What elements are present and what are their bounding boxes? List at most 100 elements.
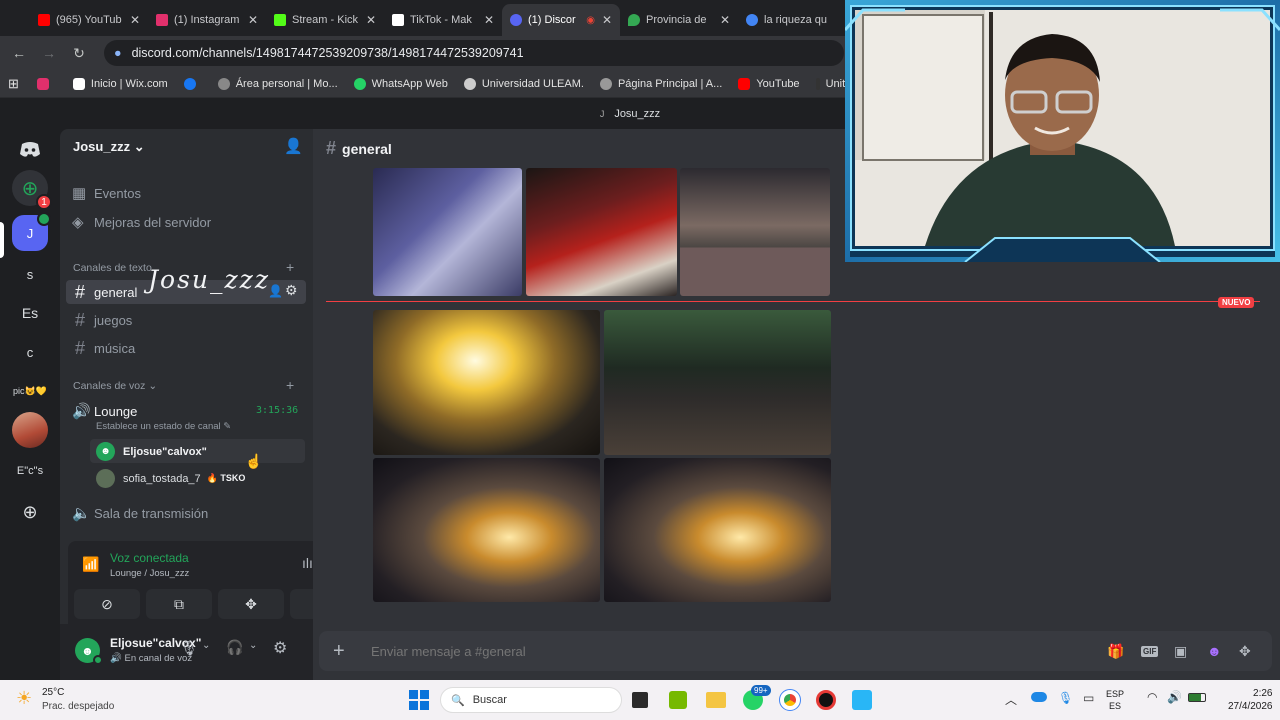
message-input[interactable] — [371, 637, 1091, 665]
file-explorer-icon[interactable] — [706, 692, 726, 708]
volume-icon[interactable]: 🔊 — [1167, 690, 1182, 704]
battery-icon[interactable] — [1188, 693, 1206, 702]
channel-juegos[interactable]: # juegos — [72, 310, 132, 331]
weather-icon[interactable]: ☀ — [16, 688, 32, 709]
server-boosts-item[interactable]: ◈ Mejoras del servidor — [72, 213, 211, 231]
browser-tab-kick[interactable]: Stream - Kick ✕ — [266, 4, 384, 36]
add-server-notification-icon[interactable]: ⊕ 1 — [12, 170, 52, 210]
bookmark-youtube[interactable]: YouTube — [738, 77, 800, 90]
events-item[interactable]: ▦ Eventos — [72, 184, 141, 202]
server-ecs[interactable]: E"c"s — [8, 453, 52, 489]
activities-button[interactable]: ✥ — [218, 589, 284, 619]
close-icon[interactable]: ✕ — [720, 13, 730, 27]
language-indicator[interactable]: ESP ES — [1106, 688, 1124, 712]
chevron-up-icon[interactable]: ︿ — [1005, 691, 1017, 708]
close-icon[interactable]: ✕ — [484, 13, 494, 27]
attachment-image[interactable] — [373, 310, 600, 455]
server-avatar[interactable] — [12, 412, 48, 448]
reload-icon[interactable]: ↻ — [64, 45, 94, 62]
browser-tab-tiktok[interactable]: TikTok - Mak ✕ — [384, 4, 502, 36]
invite-to-channel-icon[interactable]: 👤 — [268, 284, 283, 298]
camera-off-button[interactable]: ⊘ — [74, 589, 140, 619]
server-es[interactable]: Es — [12, 295, 48, 331]
apps-grid-icon[interactable]: ⊞ — [8, 76, 19, 92]
browser-tab-instagram[interactable]: (1) Instagram ✕ — [148, 4, 266, 36]
server-s[interactable]: s — [12, 256, 48, 292]
bookmark-whatsapp[interactable]: WhatsApp Web — [353, 77, 448, 90]
headphones-icon[interactable]: 🎧 — [226, 639, 243, 656]
voice-user-sofia[interactable]: sofia_tostada_7 🔥 TSKO — [96, 469, 245, 488]
attachment-image[interactable] — [604, 458, 831, 602]
close-icon[interactable]: ✕ — [602, 13, 612, 27]
close-icon[interactable]: ✕ — [248, 13, 258, 27]
activities-icon: ✥ — [245, 595, 257, 612]
user-settings-gear-icon[interactable]: ⚙ — [273, 638, 287, 658]
bookmark-pagina-principal[interactable]: Página Principal | A... — [599, 77, 722, 90]
browser-tab-discord[interactable]: (1) Discor ◉ ✕ — [502, 4, 620, 36]
create-channel-icon[interactable]: + — [286, 259, 294, 275]
browser-tab-maps[interactable]: Provincia de ✕ — [620, 4, 738, 36]
back-icon[interactable]: ← — [4, 45, 34, 61]
channel-general[interactable]: # general — [72, 282, 137, 303]
chrome-icon[interactable] — [779, 689, 801, 711]
bookmark-uleam[interactable]: Universidad ULEAM. — [463, 77, 584, 90]
close-icon[interactable]: ✕ — [130, 13, 140, 27]
voice-channel-lounge[interactable]: 🔊 Lounge — [72, 402, 137, 420]
emoji-icon[interactable]: ☻ — [1207, 643, 1222, 659]
gif-icon[interactable]: GIF — [1141, 645, 1159, 657]
app-icon[interactable] — [852, 690, 872, 710]
bookmark-wix[interactable]: Inicio | Wix.com — [72, 77, 168, 90]
voice-location[interactable]: Lounge / Josu_zzz — [110, 568, 189, 579]
voice-user-eljosue[interactable]: ☻ Eljosue"calvox" — [96, 442, 207, 461]
server-c[interactable]: c — [12, 334, 48, 370]
attachment-image[interactable] — [680, 168, 830, 296]
browser-tab-google[interactable]: la riqueza qu — [738, 4, 856, 36]
onedrive-icon[interactable] — [1031, 692, 1047, 702]
wifi-icon[interactable]: ◠ — [1147, 690, 1157, 704]
hash-icon: # — [74, 338, 85, 358]
facebook-bookmark-icon[interactable] — [183, 77, 202, 90]
microphone-icon[interactable]: 🎙 — [1058, 691, 1073, 705]
text-channels-header[interactable]: Canales de texto — [73, 262, 152, 274]
server-pic[interactable]: pic😺💛 — [8, 373, 52, 409]
nvidia-icon[interactable] — [669, 691, 687, 709]
discord-home-icon[interactable] — [12, 131, 48, 167]
instagram-bookmark-icon[interactable] — [36, 77, 57, 90]
voice-status[interactable]: Voz conectada — [110, 551, 189, 565]
forward-icon[interactable]: → — [34, 45, 64, 61]
attachment-image[interactable] — [526, 168, 677, 296]
windows-start-icon[interactable] — [409, 690, 429, 710]
attachment-image[interactable] — [604, 310, 831, 455]
close-icon[interactable]: ✕ — [366, 13, 376, 27]
app-icon[interactable] — [816, 690, 836, 710]
voice-channels-header[interactable]: Canales de voz ⌄ — [73, 380, 157, 392]
bookmark-area-personal[interactable]: Área personal | Mo... — [217, 77, 338, 90]
apps-icon[interactable]: ✥ — [1239, 643, 1251, 660]
gear-icon[interactable]: ⚙ — [285, 282, 298, 299]
microphone-icon[interactable]: 🎙 — [180, 640, 198, 657]
browser-tab-youtube[interactable]: (965) YouTub ✕ — [30, 4, 148, 36]
taskbar-search[interactable]: 🔍 Buscar — [440, 687, 622, 713]
display-icon[interactable]: ▭ — [1083, 691, 1094, 705]
channel-musica[interactable]: # música — [72, 338, 135, 359]
sticker-icon[interactable]: ▣ — [1174, 643, 1187, 660]
task-view-icon[interactable] — [632, 692, 648, 708]
invite-people-icon[interactable]: 👤 — [284, 137, 303, 155]
url-input[interactable]: ● discord.com/channels/14981744725392097… — [104, 40, 844, 66]
clock[interactable]: 2:26 27/4/2026 — [1228, 687, 1273, 713]
attachment-image[interactable] — [373, 458, 600, 602]
chevron-down-icon[interactable]: ⌄ — [202, 640, 210, 651]
weather-temperature[interactable]: 25°C — [42, 687, 64, 698]
weather-description[interactable]: Prac. despejado — [42, 701, 114, 712]
add-attachment-icon[interactable]: + — [333, 640, 357, 663]
add-server-icon[interactable]: ⊕ — [12, 494, 48, 530]
screen-share-button[interactable]: ⧉ — [146, 589, 212, 619]
create-voice-channel-icon[interactable]: + — [286, 377, 294, 393]
server-j[interactable]: J — [12, 212, 51, 251]
stage-channel[interactable]: 🔈 Sala de transmisión — [72, 504, 208, 522]
gift-icon[interactable]: 🎁 — [1107, 643, 1124, 660]
channel-status-prompt[interactable]: Establece un estado de canal ✎ — [96, 421, 231, 432]
chevron-down-icon[interactable]: ⌄ — [249, 640, 257, 651]
server-name-menu[interactable]: Josu_zzz ⌄ — [73, 139, 145, 155]
attachment-image[interactable] — [373, 168, 522, 296]
